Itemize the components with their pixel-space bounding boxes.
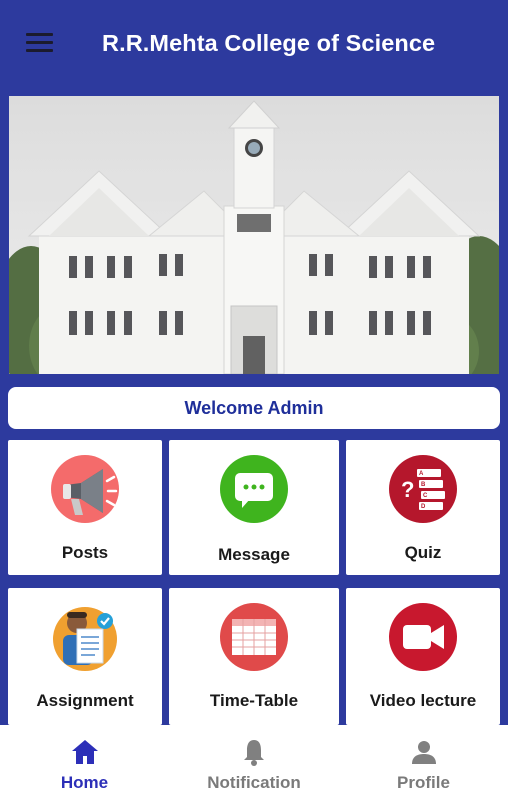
nav-notification[interactable]: Notification bbox=[169, 725, 339, 800]
svg-text:C: C bbox=[423, 493, 428, 499]
tile-timetable[interactable]: Time-Table bbox=[169, 588, 339, 725]
video-camera-icon bbox=[389, 603, 457, 671]
student-assignment-icon bbox=[51, 603, 119, 671]
chat-bubble-icon bbox=[220, 455, 288, 523]
tile-video-lecture[interactable]: Video lecture bbox=[346, 588, 500, 725]
welcome-banner: Welcome Admin bbox=[8, 387, 500, 429]
nav-label-home: Home bbox=[60, 773, 109, 792]
tile-label: Posts bbox=[61, 543, 109, 562]
home-icon bbox=[70, 737, 100, 767]
tile-message[interactable]: Message bbox=[169, 440, 339, 575]
svg-text:?: ? bbox=[401, 477, 414, 502]
app-bar: R.R.Mehta College of Science bbox=[0, 0, 508, 88]
person-icon bbox=[409, 737, 439, 767]
tile-label: Message bbox=[218, 545, 290, 564]
quiz-checklist-icon: ? ABCD bbox=[389, 455, 457, 523]
tile-posts[interactable]: Posts bbox=[8, 440, 162, 575]
bell-icon bbox=[239, 737, 269, 767]
college-banner-image bbox=[9, 96, 499, 374]
nav-home[interactable]: Home bbox=[0, 725, 169, 800]
svg-text:B: B bbox=[421, 482, 426, 488]
timetable-grid-icon bbox=[220, 603, 288, 671]
nav-profile[interactable]: Profile bbox=[339, 725, 508, 800]
tile-label: Quiz bbox=[404, 543, 442, 562]
tile-label: Assignment bbox=[36, 691, 134, 710]
nav-label-notification: Notification bbox=[207, 773, 301, 792]
nav-label-profile: Profile bbox=[397, 773, 450, 792]
megaphone-icon bbox=[51, 455, 119, 523]
tile-quiz[interactable]: ? ABCD Quiz bbox=[346, 440, 500, 575]
tile-label: Time-Table bbox=[209, 691, 299, 710]
svg-text:A: A bbox=[419, 471, 424, 477]
page-title: R.R.Mehta College of Science bbox=[102, 30, 436, 56]
hamburger-menu-icon[interactable] bbox=[26, 33, 54, 53]
svg-text:D: D bbox=[421, 504, 426, 510]
bottom-navigation: Home Notification Profile bbox=[0, 725, 508, 800]
tile-label: Video lecture bbox=[369, 691, 477, 710]
tile-assignment[interactable]: Assignment bbox=[8, 588, 162, 725]
welcome-text: Welcome Admin bbox=[184, 397, 324, 418]
